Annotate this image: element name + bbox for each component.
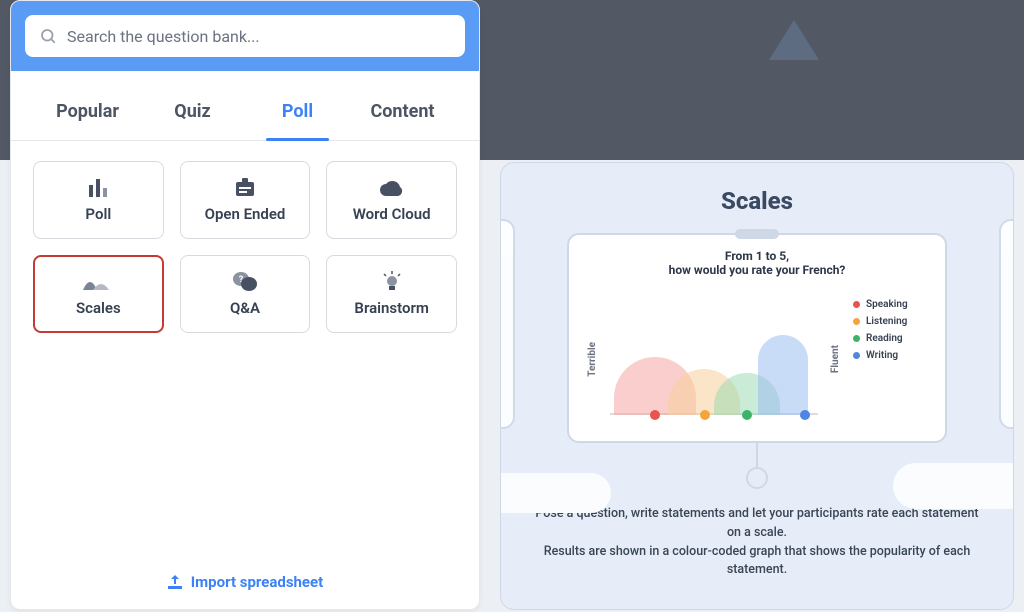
open-ended-icon (225, 177, 265, 199)
card-label: Open Ended (205, 205, 286, 223)
card-label: Q&A (230, 299, 260, 317)
card-label: Poll (85, 205, 111, 223)
search-bar-wrap (11, 1, 479, 71)
axis-label-high: Fluent (826, 341, 845, 377)
import-spreadsheet-button[interactable]: Import spreadsheet (11, 559, 479, 609)
preview-panel: Scales From 1 to 5, how would you rate y… (500, 162, 1014, 610)
category-tabs: Popular Quiz Poll Content (11, 89, 479, 141)
card-label: Scales (76, 299, 121, 317)
card-brainstorm[interactable]: Brainstorm (326, 255, 457, 333)
legend-item: Speaking (853, 299, 931, 310)
cloud-decor (500, 473, 611, 513)
card-label: Word Cloud (353, 205, 431, 223)
card-label: Brainstorm (354, 299, 428, 317)
screen-stand (756, 443, 758, 467)
import-label: Import spreadsheet (191, 573, 323, 591)
preview-description: Pose a question, write statements and le… (527, 505, 987, 580)
cloud-icon (372, 177, 412, 199)
tab-content[interactable]: Content (350, 89, 455, 140)
preview-title: Scales (721, 187, 793, 215)
screen-base (746, 467, 768, 489)
search-input[interactable] (67, 27, 451, 46)
preview-next-card (999, 219, 1014, 429)
legend-item: Reading (853, 333, 931, 344)
tab-poll[interactable]: Poll (245, 89, 350, 140)
question-type-grid: Poll Open Ended Word Cloud Scales ? Q&A (11, 141, 479, 353)
screen-notch (735, 229, 779, 239)
qa-icon: ? (225, 271, 265, 293)
legend-item: Listening (853, 316, 931, 327)
legend-item: Writing (853, 350, 931, 361)
tab-quiz[interactable]: Quiz (140, 89, 245, 140)
svg-text:?: ? (239, 275, 244, 285)
card-qa[interactable]: ? Q&A (180, 255, 311, 333)
preview-prev-card (500, 219, 515, 429)
search-icon (39, 27, 57, 45)
upload-icon (167, 575, 183, 589)
question-type-panel: Popular Quiz Poll Content Poll Open Ende… (10, 0, 480, 610)
tab-popular[interactable]: Popular (35, 89, 140, 140)
poll-icon (78, 177, 118, 199)
cloud-decor (893, 463, 1014, 509)
card-scales[interactable]: Scales (33, 255, 164, 333)
axis-label-low: Terrible (583, 338, 602, 381)
search-bar[interactable] (25, 15, 465, 57)
scales-chart (610, 287, 818, 431)
card-open-ended[interactable]: Open Ended (180, 161, 311, 239)
chart-legend: Speaking Listening Reading Writing (853, 299, 931, 431)
preview-question-line1: From 1 to 5, (583, 249, 931, 263)
preview-screen: From 1 to 5, how would you rate your Fre… (567, 233, 947, 443)
scales-icon (78, 271, 118, 293)
preview-question-line2: how would you rate your French? (583, 263, 931, 277)
card-word-cloud[interactable]: Word Cloud (326, 161, 457, 239)
card-poll[interactable]: Poll (33, 161, 164, 239)
brainstorm-icon (372, 271, 412, 293)
background-decor (754, 20, 984, 100)
